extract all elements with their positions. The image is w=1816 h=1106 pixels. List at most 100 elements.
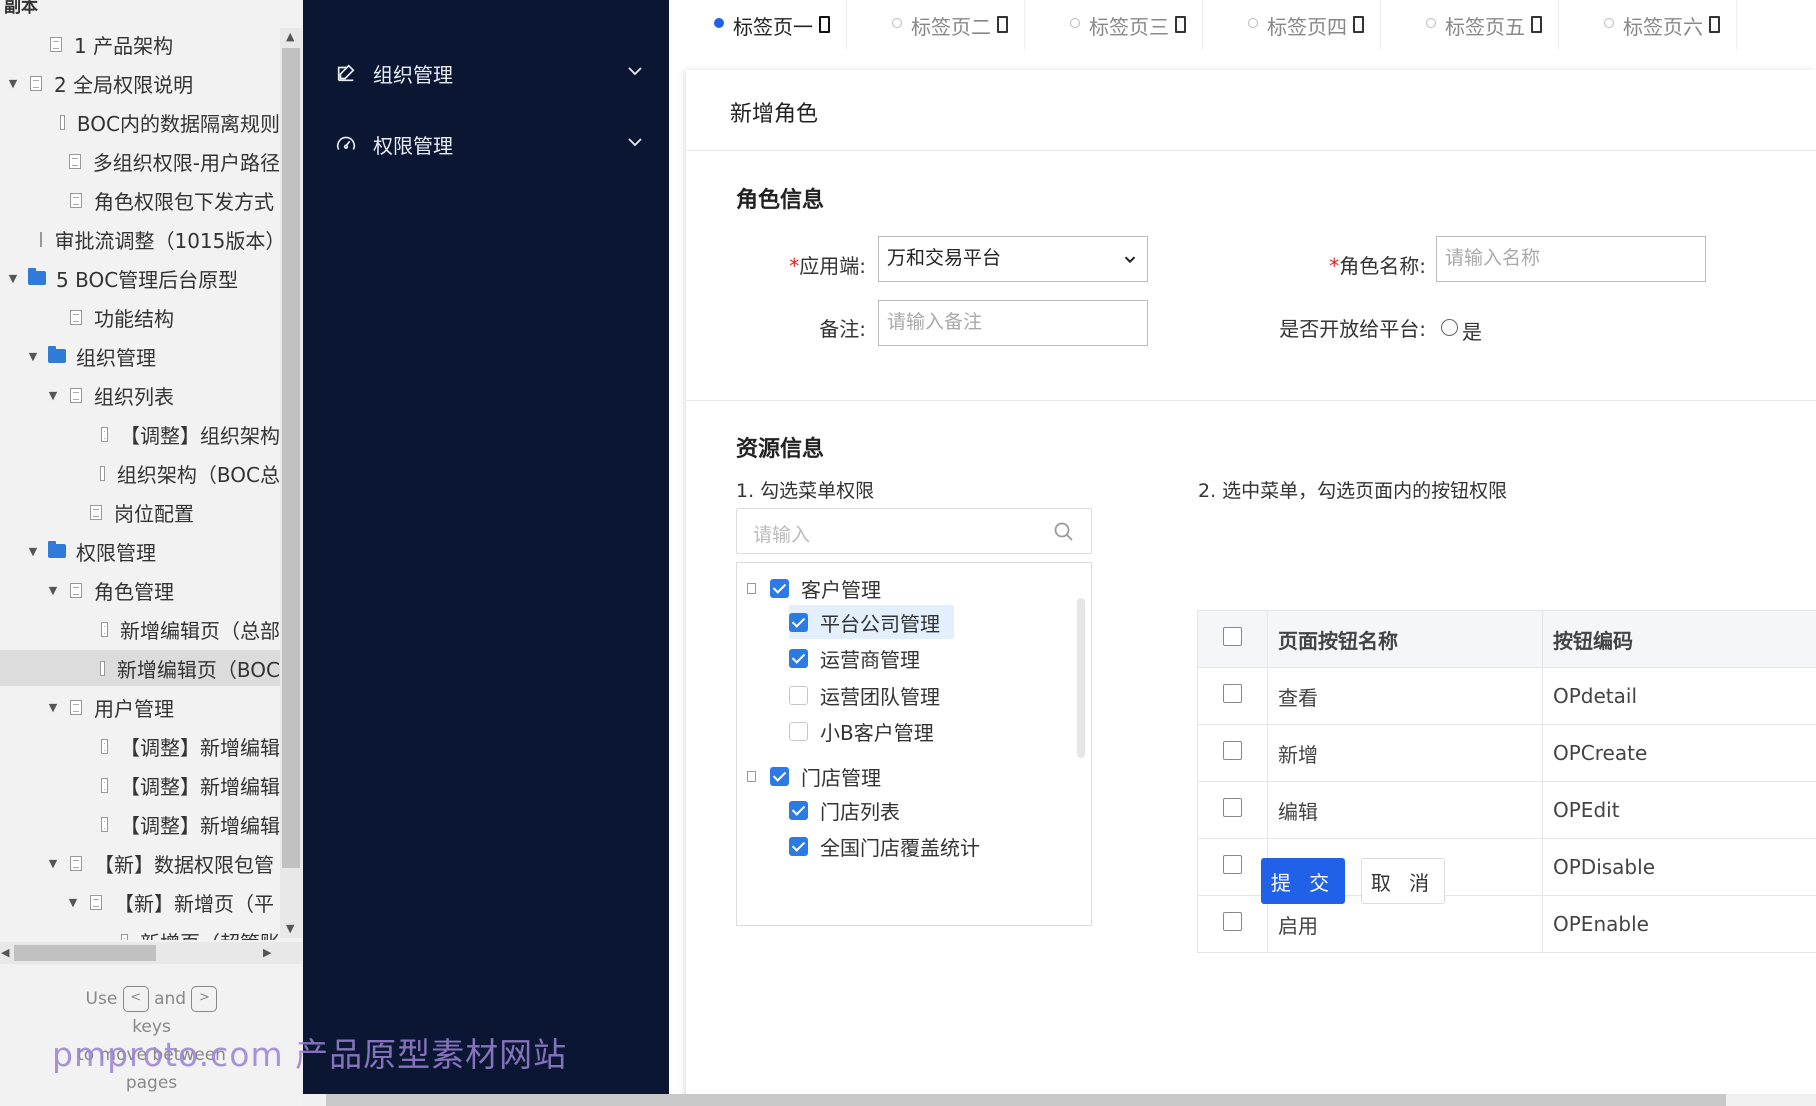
menu-checkbox[interactable] bbox=[789, 721, 808, 741]
expand-arrow-icon[interactable]: ▼ bbox=[24, 350, 42, 363]
collapse-icon[interactable] bbox=[747, 582, 756, 594]
menu-search-input[interactable]: 请输入 bbox=[736, 508, 1092, 554]
row-checkbox[interactable] bbox=[1223, 741, 1242, 760]
outline-vertical-scrollbar[interactable]: ▲ ▼ bbox=[280, 28, 302, 938]
outline-item[interactable]: ▼多组织权限-用户路径 bbox=[0, 143, 280, 179]
nav-item-permission-management[interactable]: 权限管理 bbox=[303, 114, 669, 174]
scroll-thumb[interactable] bbox=[326, 1094, 1726, 1106]
table-row[interactable]: 编辑 OPEdit bbox=[1197, 781, 1816, 839]
tab-4[interactable]: 标签页四 bbox=[1203, 0, 1381, 50]
submit-button[interactable]: 提 交 bbox=[1261, 858, 1345, 904]
outline-item-label: 审批流调整（1015版本） bbox=[54, 228, 280, 253]
outline-item[interactable]: ▼BOC内的数据隔离规则 bbox=[0, 104, 280, 140]
outline-item[interactable]: ▼ 2 全局权限说明 bbox=[0, 65, 280, 101]
tab-close-icon[interactable] bbox=[997, 16, 1008, 33]
expand-arrow-icon[interactable]: ▼ bbox=[64, 896, 82, 909]
outline-horizontal-scrollbar[interactable]: ◀ ▶ bbox=[0, 942, 302, 964]
tab-5[interactable]: 标签页五 bbox=[1381, 0, 1559, 50]
scroll-right-icon[interactable]: ▶ bbox=[263, 946, 271, 959]
expand-arrow-icon[interactable]: ▼ bbox=[24, 545, 42, 558]
row-checkbox[interactable] bbox=[1223, 684, 1242, 703]
role-name-input[interactable]: 请输入名称 bbox=[1436, 236, 1706, 282]
row-checkbox[interactable] bbox=[1223, 855, 1242, 874]
cancel-button[interactable]: 取 消 bbox=[1361, 858, 1445, 904]
collapse-icon[interactable] bbox=[747, 770, 756, 782]
outline-item[interactable]: ▼ 权限管理 bbox=[0, 533, 280, 569]
role-name-label: *角色名称: bbox=[1206, 250, 1426, 279]
scroll-up-icon[interactable]: ▲ bbox=[286, 30, 294, 43]
tab-1[interactable]: 标签页一 bbox=[669, 0, 847, 50]
select-all-cell bbox=[1197, 610, 1268, 668]
hint-and: and bbox=[154, 989, 187, 1009]
expand-arrow-icon[interactable]: ▼ bbox=[4, 272, 22, 285]
content-horizontal-scrollbar[interactable] bbox=[0, 1094, 1816, 1106]
select-all-checkbox[interactable] bbox=[1223, 627, 1242, 646]
tab-close-icon[interactable] bbox=[819, 16, 830, 33]
outline-item[interactable]: ▼审批流调整（1015版本） bbox=[0, 221, 280, 257]
outline-item[interactable]: ▼ 【新】数据权限包管 bbox=[0, 845, 280, 881]
outline-item[interactable]: ▼1 产品架构 bbox=[0, 26, 280, 62]
outline-item[interactable]: ▼ 组织列表 bbox=[0, 377, 280, 413]
outline-item[interactable]: ▼【调整】新增编辑 bbox=[0, 806, 280, 842]
menu-tree-item[interactable]: 运营商管理 bbox=[789, 641, 920, 675]
outline-item[interactable]: ▼ 【新】新增页（平 bbox=[0, 884, 280, 920]
outline-horizontal-scroll-thumb[interactable] bbox=[14, 945, 156, 961]
table-row[interactable]: 启用 OPEnable bbox=[1197, 895, 1816, 953]
tab-2[interactable]: 标签页二 bbox=[847, 0, 1025, 50]
menu-tree-item[interactable]: 全国门店覆盖统计 bbox=[789, 829, 980, 863]
outline-item[interactable]: ▼角色权限包下发方式 bbox=[0, 182, 280, 218]
tab-6[interactable]: 标签页六 bbox=[1559, 0, 1737, 50]
outline-item[interactable]: ▼功能结构 bbox=[0, 299, 280, 335]
outline-item[interactable]: ▼ 5 BOC管理后台原型 bbox=[0, 260, 280, 296]
outline-vertical-scroll-thumb[interactable] bbox=[282, 48, 300, 868]
menu-tree-item[interactable]: 小B客户管理 bbox=[789, 714, 934, 748]
menu-checkbox[interactable] bbox=[789, 836, 808, 856]
tab-close-icon[interactable] bbox=[1353, 16, 1364, 33]
expand-arrow-icon[interactable]: ▼ bbox=[4, 77, 22, 90]
tab-close-icon[interactable] bbox=[1531, 16, 1542, 33]
menu-checkbox[interactable] bbox=[789, 648, 808, 668]
menu-tree-item[interactable]: 门店列表 bbox=[789, 793, 900, 827]
table-row[interactable]: 查看 OPdetail bbox=[1197, 667, 1816, 725]
menu-tree-group[interactable]: 客户管理 bbox=[747, 571, 881, 605]
menu-checkbox[interactable] bbox=[789, 612, 808, 632]
menu-tree-item[interactable]: 运营团队管理 bbox=[789, 678, 940, 712]
tab-close-icon[interactable] bbox=[1175, 16, 1186, 33]
outline-item[interactable]: ▼【调整】组织架构 bbox=[0, 416, 280, 452]
open-yes-radio[interactable] bbox=[1441, 319, 1458, 336]
expand-arrow-icon[interactable]: ▼ bbox=[44, 389, 62, 402]
resource-info-title: 资源信息 bbox=[736, 437, 825, 462]
menu-tree-item[interactable]: 平台公司管理 bbox=[789, 605, 954, 639]
menu-checkbox[interactable] bbox=[789, 800, 808, 820]
outline-item[interactable]: ▼新增编辑页（BOC bbox=[0, 650, 280, 686]
menu-checkbox[interactable] bbox=[770, 766, 789, 786]
expand-arrow-icon[interactable]: ▼ bbox=[44, 857, 62, 870]
remark-input[interactable]: 请输入备注 bbox=[878, 300, 1148, 346]
outline-item[interactable]: ▼新增页（超管账 bbox=[0, 923, 280, 940]
outline-item[interactable]: ▼【调整】新增编辑 bbox=[0, 728, 280, 764]
tree-scrollbar[interactable] bbox=[1077, 598, 1085, 758]
outline-item[interactable]: ▼新增编辑页（总部 bbox=[0, 611, 280, 647]
row-checkbox[interactable] bbox=[1223, 912, 1242, 931]
menu-checkbox[interactable] bbox=[789, 685, 808, 705]
scroll-left-icon[interactable]: ◀ bbox=[1, 946, 9, 959]
menu-checkbox[interactable] bbox=[770, 578, 789, 598]
app-select[interactable]: 万和交易平台 bbox=[878, 236, 1148, 282]
page-icon bbox=[70, 582, 82, 598]
row-checkbox[interactable] bbox=[1223, 798, 1242, 817]
nav-item-org-management[interactable]: 组织管理 bbox=[303, 43, 669, 103]
expand-arrow-icon[interactable]: ▼ bbox=[44, 584, 62, 597]
outline-item[interactable]: ▼ 用户管理 bbox=[0, 689, 280, 725]
outline-item[interactable]: ▼ 角色管理 bbox=[0, 572, 280, 608]
outline-item[interactable]: ▼【调整】新增编辑 bbox=[0, 767, 280, 803]
table-row[interactable]: 新增 OPCreate bbox=[1197, 724, 1816, 782]
outline-item[interactable]: ▼组织架构（BOC总 bbox=[0, 455, 280, 491]
tab-close-icon[interactable] bbox=[1709, 16, 1720, 33]
scroll-down-icon[interactable]: ▼ bbox=[286, 922, 294, 935]
expand-arrow-icon[interactable]: ▼ bbox=[44, 701, 62, 714]
tab-3[interactable]: 标签页三 bbox=[1025, 0, 1203, 50]
outline-item[interactable]: ▼ 组织管理 bbox=[0, 338, 280, 374]
outline-item-label: 多组织权限-用户路径 bbox=[92, 150, 280, 175]
outline-item[interactable]: ▼岗位配置 bbox=[0, 494, 280, 530]
menu-tree-group[interactable]: 门店管理 bbox=[747, 759, 881, 793]
